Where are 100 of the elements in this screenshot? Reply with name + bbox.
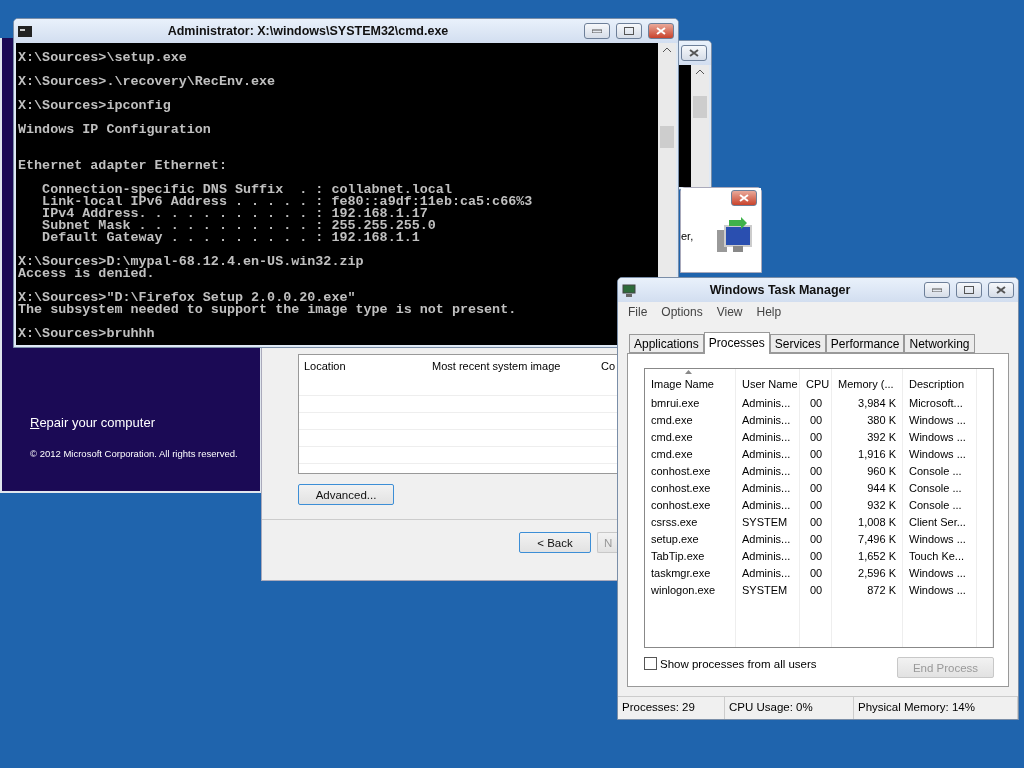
close-button[interactable]	[988, 282, 1014, 298]
table-cell: Windows ...	[903, 446, 977, 463]
table-cell: 00	[800, 429, 832, 446]
table-cell: 00	[800, 582, 832, 599]
copyright-text: © 2012 Microsoft Corporation. All rights reserved.	[30, 448, 239, 459]
table-cell: Adminis...	[736, 497, 800, 514]
table-cell: 00	[800, 412, 832, 429]
table-cell: Client Ser...	[903, 514, 977, 531]
table-cell: 00	[800, 514, 832, 531]
table-cell: 00	[800, 480, 832, 497]
window-title: Windows Task Manager	[708, 283, 852, 297]
table-cell: Windows ...	[903, 531, 977, 548]
table-cell: Adminis...	[736, 548, 800, 565]
dialog-text: er,	[681, 230, 694, 242]
table-cell: Adminis...	[736, 480, 800, 497]
table-cell: setup.exe	[645, 531, 736, 548]
minimize-button[interactable]	[924, 282, 950, 298]
minimize-icon	[932, 288, 942, 292]
column-header[interactable]: Image Name	[645, 369, 736, 395]
monitor-icon	[622, 283, 636, 297]
minimize-button[interactable]	[584, 23, 610, 39]
table-cell: cmd.exe	[645, 429, 736, 446]
tab[interactable]: Performance	[825, 334, 905, 353]
table-cell: cmd.exe	[645, 446, 736, 463]
table-cell: Console ...	[903, 480, 977, 497]
table-cell: 2,596 K	[832, 565, 903, 582]
table-cell: 944 K	[832, 480, 903, 497]
tab[interactable]: Services	[769, 334, 826, 353]
close-button[interactable]	[731, 190, 757, 206]
column-header[interactable]: CPU	[800, 369, 832, 395]
maximize-button[interactable]	[956, 282, 982, 298]
back-button[interactable]: < Back	[519, 532, 591, 553]
column-header[interactable]: Most recent system image	[427, 355, 597, 379]
repair-link[interactable]: Repair your computer	[30, 415, 260, 430]
column-header[interactable]: Location	[299, 355, 427, 379]
table-cell: Adminis...	[736, 446, 800, 463]
scroll-up-icon	[696, 69, 704, 74]
status-text: CPU Usage: 0%	[725, 697, 854, 719]
table-cell: 1,916 K	[832, 446, 903, 463]
table-cell: conhost.exe	[645, 480, 736, 497]
table-cell: 1,008 K	[832, 514, 903, 531]
column-header[interactable]: Description	[903, 369, 977, 395]
close-icon	[739, 194, 749, 202]
table-cell: Adminis...	[736, 412, 800, 429]
tab[interactable]: Processes	[703, 332, 770, 354]
menu-item[interactable]: Options	[661, 305, 703, 319]
status-text: Physical Memory: 14%	[854, 697, 1018, 719]
table-cell: 00	[800, 548, 832, 565]
table-cell: 00	[800, 497, 832, 514]
status-text: Processes: 29	[618, 697, 725, 719]
table-cell: 872 K	[832, 582, 903, 599]
table-cell: conhost.exe	[645, 497, 736, 514]
table-cell: 3,984 K	[832, 395, 903, 412]
tab[interactable]: Networking	[904, 334, 975, 353]
table-cell: Microsoft...	[903, 395, 977, 412]
table-cell: taskmgr.exe	[645, 565, 736, 582]
table-cell: 00	[800, 395, 832, 412]
advanced-button[interactable]: Advanced...	[298, 484, 394, 505]
scrollbar-thumb[interactable]	[660, 126, 674, 148]
maximize-icon	[624, 27, 634, 35]
table-cell: 7,496 K	[832, 531, 903, 548]
table-cell: 1,652 K	[832, 548, 903, 565]
scroll-up-icon	[663, 47, 671, 52]
column-header[interactable]: User Name	[736, 369, 800, 395]
table-cell: 960 K	[832, 463, 903, 480]
minimize-icon	[592, 29, 602, 33]
table-cell: Adminis...	[736, 531, 800, 548]
table-cell: Windows ...	[903, 429, 977, 446]
table-cell: SYSTEM	[736, 514, 800, 531]
menu-item[interactable]: Help	[756, 305, 782, 319]
scrollbar-thumb[interactable]	[693, 96, 707, 118]
table-cell: winlogon.exe	[645, 582, 736, 599]
close-button[interactable]	[681, 45, 707, 61]
close-icon	[656, 27, 666, 35]
table-cell: Console ...	[903, 497, 977, 514]
close-icon	[996, 286, 1006, 294]
column-header[interactable]: Memory (...	[832, 369, 903, 395]
table-cell: 392 K	[832, 429, 903, 446]
table-cell: bmrui.exe	[645, 395, 736, 412]
table-cell: Windows ...	[903, 412, 977, 429]
maximize-button[interactable]	[616, 23, 642, 39]
column-header[interactable]: Co	[597, 355, 617, 379]
table-cell: Adminis...	[736, 463, 800, 480]
table-cell: 00	[800, 446, 832, 463]
console-output: X:\Sources>\setup.exe X:\Sources>.\recovery\RecEnv.exe X:\Sources>ipconfig Windows IP Configuration Ethernet adapter Ethernet: Connection-specific DNS Suffix . : collabnet.local Link-local IPv6 Address . . . . . : fe80::a9df:11eb:ca5:c66%3 IPv4 Address. . . . . . . . . . . : 192.168.1.17 Subnet Mask . . . . . . . . . . . : 255.255.255.0 Default Gateway . . . . . . . . . : 192.168.1.1 X:\Sources>D:\mypal-68.12.4.en-US.win32.zip Access is denied. X:\Sources>"D:\Firefox Setup 2.0.0.20.exe" The subsystem needed to support the image type is not present. X:\Sources>bruhhh	[17, 49, 533, 340]
close-icon	[689, 49, 699, 57]
table-cell: cmd.exe	[645, 412, 736, 429]
table-cell: Windows ...	[903, 565, 977, 582]
tab[interactable]: Applications	[629, 334, 704, 353]
table-cell: 932 K	[832, 497, 903, 514]
show-all-users-checkbox[interactable]: Show processes from all users	[644, 657, 817, 670]
menu-item[interactable]: View	[716, 305, 743, 319]
table-cell: TabTip.exe	[645, 548, 736, 565]
table-cell: Adminis...	[736, 429, 800, 446]
menu-item[interactable]: File	[628, 305, 648, 319]
table-cell: Adminis...	[736, 395, 800, 412]
table-cell: 00	[800, 531, 832, 548]
maximize-icon	[964, 286, 974, 294]
close-button[interactable]	[648, 23, 674, 39]
table-cell: Touch Ke...	[903, 548, 977, 565]
